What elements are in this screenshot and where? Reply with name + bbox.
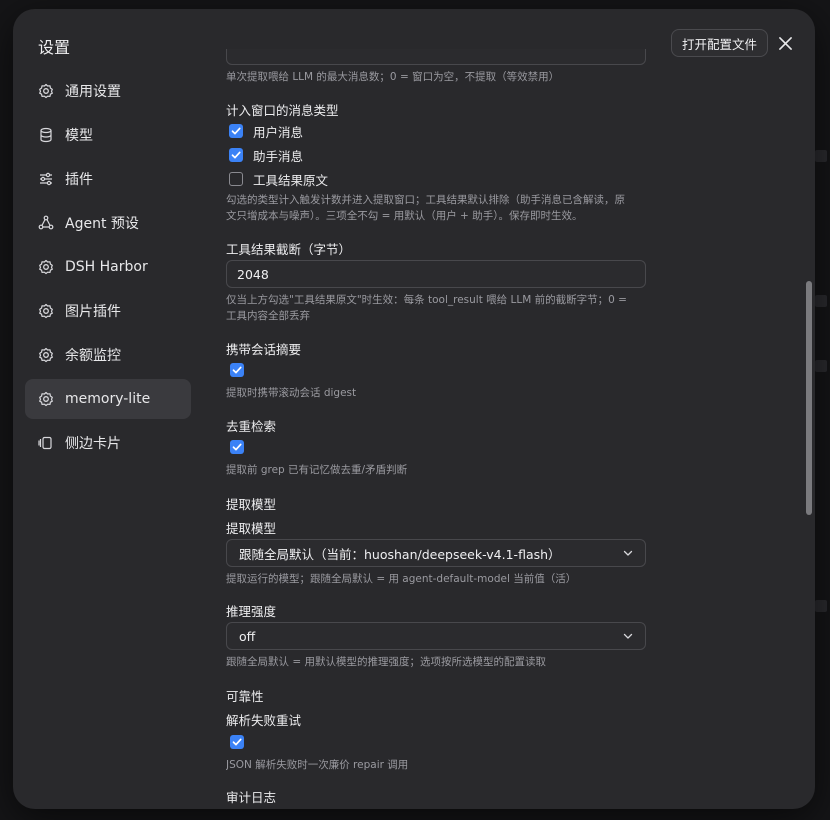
- msg-type-user[interactable]: 用户消息: [229, 121, 303, 141]
- tool-truncate-input[interactable]: 2048: [226, 260, 646, 288]
- sidebar-item-label: Agent 预设: [65, 216, 139, 232]
- settings-sidebar: 通用设置 模型 插件 Agent 预设 DSH Harbor 图片插件 余额监控…: [25, 71, 191, 467]
- tool-truncate-hint-1: 仅当上方勾选"工具结果原文"时生效：每条 tool_result 喂给 LLM …: [226, 294, 627, 306]
- sidebar-item-memory-lite[interactable]: memory-lite: [25, 379, 191, 419]
- chevron-down-icon: [623, 550, 633, 556]
- digest-toggle[interactable]: [230, 360, 254, 380]
- dedup-toggle[interactable]: [230, 437, 254, 457]
- retry-toggle[interactable]: [230, 732, 254, 752]
- sidebar-item-label: 插件: [65, 172, 93, 188]
- tool-truncate-label: 工具结果截断（字节）: [226, 242, 352, 257]
- sidebar-item-models[interactable]: 模型: [25, 115, 191, 155]
- max-messages-hint: 单次提取喂给 LLM 的最大消息数；0 = 窗口为空，不提取（等效禁用）: [226, 71, 560, 83]
- checkbox-checked[interactable]: [230, 735, 244, 749]
- background-fragment: [815, 150, 827, 162]
- sidebar-item-label: memory-lite: [65, 391, 151, 407]
- select-value: 跟随全局默认（当前：huoshan/deepseek-v4.1-flash）: [239, 546, 561, 562]
- sidebar-item-label: DSH Harbor: [65, 259, 148, 275]
- extract-model-select[interactable]: 跟随全局默认（当前：huoshan/deepseek-v4.1-flash）: [226, 539, 646, 567]
- background-fragment: [815, 295, 827, 307]
- settings-content: 单次提取喂给 LLM 的最大消息数；0 = 窗口为空，不提取（等效禁用） 计入窗…: [226, 49, 646, 809]
- retry-label: 解析失败重试: [226, 713, 302, 728]
- msg-types-hint-2: 文只增成本与噪声）。三项全不勾 = 用默认（用户 + 助手）。保存即时生效。: [226, 210, 583, 222]
- dedup-hint: 提取前 grep 已有记忆做去重/矛盾判断: [226, 464, 408, 476]
- reasoning-hint: 跟随全局默认 = 用默认模型的推理强度；选项按所选模型的配置读取: [226, 656, 546, 668]
- dialog-title: 设置: [38, 38, 71, 57]
- scrollbar-thumb[interactable]: [806, 281, 812, 515]
- msg-types-title: 计入窗口的消息类型: [226, 103, 339, 118]
- open-config-button[interactable]: 打开配置文件: [671, 29, 769, 57]
- cards-icon: [37, 434, 55, 452]
- sidebar-item-label: 模型: [65, 128, 93, 144]
- msg-type-tool-result[interactable]: 工具结果原文: [229, 169, 328, 189]
- checkbox-checked[interactable]: [229, 148, 243, 162]
- database-icon: [37, 126, 55, 144]
- extract-model-hint: 提取运行的模型；跟随全局默认 = 用 agent-default-model 当…: [226, 573, 577, 585]
- sidebar-item-general[interactable]: 通用设置: [25, 71, 191, 111]
- settings-dialog: 设置 打开配置文件 通用设置 模型 插件 Agent 预设 DSH Harbor…: [13, 9, 815, 809]
- sidebar-item-plugins[interactable]: 插件: [25, 159, 191, 199]
- gear-icon: [37, 82, 55, 100]
- tool-truncate-hint-2: 工具内容全部丢弃: [226, 310, 310, 322]
- max-messages-input[interactable]: [226, 49, 646, 65]
- reasoning-label: 推理强度: [226, 604, 277, 619]
- checkbox-unchecked[interactable]: [229, 172, 243, 186]
- background-fragment: [815, 600, 827, 612]
- dedup-label: 去重检索: [226, 419, 277, 434]
- sidebar-item-label: 图片插件: [65, 304, 121, 320]
- extract-model-section-title: 提取模型: [226, 497, 277, 512]
- sidebar-item-image-plugins[interactable]: 图片插件: [25, 291, 191, 331]
- extract-model-label: 提取模型: [226, 521, 277, 536]
- input-value: 2048: [237, 266, 269, 282]
- gear-icon: [37, 346, 55, 364]
- checkbox-checked[interactable]: [229, 124, 243, 138]
- msg-types-hint-1: 勾选的类型计入触发计数并进入提取窗口；工具结果默认排除（助手消息已含解读，原: [226, 194, 625, 206]
- gear-icon: [37, 390, 55, 408]
- reasoning-select[interactable]: off: [226, 622, 646, 650]
- checkbox-label: 用户消息: [253, 124, 304, 140]
- sidebar-item-dsh-harbor[interactable]: DSH Harbor: [25, 247, 191, 287]
- sidebar-item-agent-presets[interactable]: Agent 预设: [25, 203, 191, 243]
- background-fragment: [815, 360, 827, 372]
- nodes-icon: [37, 214, 55, 232]
- msg-type-assistant[interactable]: 助手消息: [229, 145, 303, 165]
- sidebar-item-label: 侧边卡片: [65, 436, 121, 452]
- audit-section-title: 审计日志: [226, 790, 277, 805]
- checkbox-label: 助手消息: [253, 148, 304, 164]
- sidebar-item-side-cards[interactable]: 侧边卡片: [25, 423, 191, 463]
- retry-hint: JSON 解析失败时一次廉价 repair 调用: [226, 759, 409, 771]
- sidebar-item-balance-monitor[interactable]: 余额监控: [25, 335, 191, 375]
- checkbox-checked[interactable]: [230, 363, 244, 377]
- select-value: off: [239, 628, 256, 644]
- close-icon: [778, 36, 792, 50]
- reliability-section-title: 可靠性: [226, 689, 264, 704]
- chevron-down-icon: [623, 633, 633, 639]
- sliders-icon: [37, 170, 55, 188]
- checkbox-label: 工具结果原文: [253, 172, 329, 188]
- sidebar-item-label: 通用设置: [65, 84, 121, 100]
- gear-icon: [37, 258, 55, 276]
- gear-icon: [37, 302, 55, 320]
- checkbox-checked[interactable]: [230, 440, 244, 454]
- digest-hint: 提取时携带滚动会话 digest: [226, 387, 357, 399]
- sidebar-item-label: 余额监控: [65, 348, 121, 364]
- close-button[interactable]: [775, 33, 795, 53]
- digest-label: 携带会话摘要: [226, 342, 302, 357]
